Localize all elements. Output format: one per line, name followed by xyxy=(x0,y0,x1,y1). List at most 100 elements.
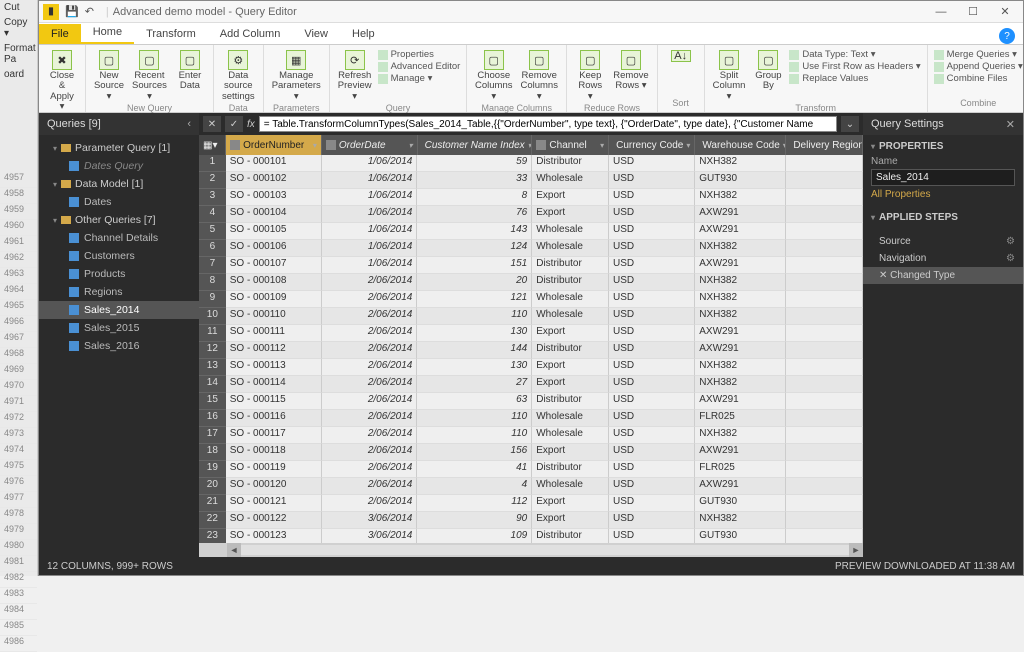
table-row[interactable]: 3SO - 0001031/06/20148ExportUSDNXH382 xyxy=(199,189,863,206)
column-header-warehouse-code[interactable]: Warehouse Code▾ xyxy=(695,135,786,155)
table-row[interactable]: 13SO - 0001132/06/2014130ExportUSDNXH382 xyxy=(199,359,863,376)
tab-file[interactable]: File xyxy=(39,24,81,44)
refresh-preview-button[interactable]: ⟳RefreshPreview ▾ xyxy=(336,49,374,103)
ribbon-advanced-editor[interactable]: Advanced Editor xyxy=(378,61,461,72)
queries-panel: Queries [9]‹ Parameter Query [1]Dates Qu… xyxy=(39,113,199,557)
app-logo-icon: ▮ xyxy=(43,4,59,20)
query-group[interactable]: Parameter Query [1] xyxy=(39,139,199,157)
tab-help[interactable]: Help xyxy=(340,24,387,44)
ribbon-keep[interactable]: ▢Keep Rows ▾ xyxy=(573,49,607,103)
ribbon-remove[interactable]: ▢Remove Columns ▾ xyxy=(518,49,560,103)
table-row[interactable]: 2SO - 0001021/06/201433WholesaleUSDGUT93… xyxy=(199,172,863,189)
table-row[interactable]: 20SO - 0001202/06/20144WholesaleUSDAXW29… xyxy=(199,478,863,495)
table-row[interactable]: 6SO - 0001061/06/2014124WholesaleUSDNXH3… xyxy=(199,240,863,257)
ribbon-group[interactable]: ▢Group By xyxy=(751,49,785,103)
data-source-settings-button[interactable]: ⚙Data sourcesettings xyxy=(220,49,257,103)
ribbon-use-first-row-as-headers-[interactable]: Use First Row as Headers ▾ xyxy=(789,61,920,72)
table-row[interactable]: 9SO - 0001092/06/2014121WholesaleUSDNXH3… xyxy=(199,291,863,308)
grid-body[interactable]: 1SO - 0001011/06/201459DistributorUSDNXH… xyxy=(199,155,863,543)
query-item-channel-details[interactable]: Channel Details xyxy=(39,229,199,247)
fx-icon: fx xyxy=(247,119,255,130)
expand-formula-button[interactable]: ⌄ xyxy=(841,116,859,132)
table-row[interactable]: 17SO - 0001172/06/2014110WholesaleUSDNXH… xyxy=(199,427,863,444)
tab-home[interactable]: Home xyxy=(81,22,134,44)
query-item-sales-2016[interactable]: Sales_2016 xyxy=(39,337,199,355)
undo-icon[interactable]: ↶ xyxy=(85,5,94,18)
table-row[interactable]: 8SO - 0001082/06/201420DistributorUSDNXH… xyxy=(199,274,863,291)
table-row[interactable]: 5SO - 0001051/06/2014143WholesaleUSDAXW2… xyxy=(199,223,863,240)
ribbon-recent[interactable]: ▢Recent Sources ▾ xyxy=(130,49,169,103)
column-header-ordernumber[interactable]: OrderNumber▾ xyxy=(226,135,322,155)
save-icon[interactable]: 💾 xyxy=(65,5,79,18)
cancel-formula-button[interactable]: ✕ xyxy=(203,116,221,132)
status-right: PREVIEW DOWNLOADED AT 11:38 AM xyxy=(835,561,1015,572)
row-header-corner[interactable]: ▦▾ xyxy=(199,135,226,155)
column-header-orderdate[interactable]: OrderDate▾ xyxy=(322,135,418,155)
applied-steps-title[interactable]: APPLIED STEPS xyxy=(871,212,1015,223)
sort-asc-button[interactable]: A↓ xyxy=(664,49,698,63)
table-row[interactable]: 15SO - 0001152/06/201463DistributorUSDAX… xyxy=(199,393,863,410)
accept-formula-button[interactable]: ✓ xyxy=(225,116,243,132)
table-row[interactable]: 7SO - 0001071/06/2014151DistributorUSDAX… xyxy=(199,257,863,274)
table-row[interactable]: 16SO - 0001162/06/2014110WholesaleUSDFLR… xyxy=(199,410,863,427)
maximize-button[interactable]: ☐ xyxy=(959,3,987,21)
column-header-currency-code[interactable]: Currency Code▾ xyxy=(609,135,695,155)
query-editor-window: ▮ 💾 ↶ | Advanced demo model - Query Edit… xyxy=(38,0,1024,576)
table-row[interactable]: 12SO - 0001122/06/2014144DistributorUSDA… xyxy=(199,342,863,359)
close-window-button[interactable]: ✕ xyxy=(991,3,1019,21)
query-item-dates-query[interactable]: Dates Query xyxy=(39,157,199,175)
table-row[interactable]: 11SO - 0001112/06/2014130ExportUSDAXW291 xyxy=(199,325,863,342)
close-settings-button[interactable]: ✕ xyxy=(1006,118,1015,131)
query-item-sales-2015[interactable]: Sales_2015 xyxy=(39,319,199,337)
help-icon[interactable]: ? xyxy=(999,28,1015,44)
ribbon-choose[interactable]: ▢Choose Columns ▾ xyxy=(473,49,514,103)
table-row[interactable]: 4SO - 0001041/06/201476ExportUSDAXW291 xyxy=(199,206,863,223)
table-row[interactable]: 19SO - 0001192/06/201441DistributorUSDFL… xyxy=(199,461,863,478)
query-item-products[interactable]: Products xyxy=(39,265,199,283)
query-item-customers[interactable]: Customers xyxy=(39,247,199,265)
tab-view[interactable]: View xyxy=(292,24,340,44)
query-name-input[interactable] xyxy=(871,169,1015,186)
data-grid: ✕ ✓ fx ⌄ ▦▾OrderNumber▾OrderDate▾Custome… xyxy=(199,113,863,557)
query-group[interactable]: Other Queries [7] xyxy=(39,211,199,229)
applied-step-source[interactable]: Source⚙ xyxy=(863,233,1023,250)
column-header-customer-name-index[interactable]: Customer Name Index▾ xyxy=(418,135,533,155)
applied-step-changed-type[interactable]: ✕ Changed Type xyxy=(863,267,1023,284)
table-row[interactable]: 14SO - 0001142/06/201427ExportUSDNXH382 xyxy=(199,376,863,393)
minimize-button[interactable]: — xyxy=(927,3,955,21)
table-row[interactable]: 22SO - 0001223/06/201490ExportUSDNXH382 xyxy=(199,512,863,529)
close-apply-button[interactable]: ✖Close &Apply ▾ xyxy=(45,49,79,114)
ribbon-remove[interactable]: ▢Remove Rows ▾ xyxy=(611,49,650,103)
applied-step-navigation[interactable]: Navigation⚙ xyxy=(863,250,1023,267)
ribbon-split[interactable]: ▢Split Column ▾ xyxy=(711,49,748,103)
ribbon-properties[interactable]: Properties xyxy=(378,49,461,60)
table-row[interactable]: 18SO - 0001182/06/2014156ExportUSDAXW291 xyxy=(199,444,863,461)
column-header-delivery-region[interactable]: Delivery Region▾ xyxy=(786,135,863,155)
horizontal-scrollbar[interactable]: ◄► xyxy=(199,543,863,557)
table-row[interactable]: 21SO - 0001212/06/2014112ExportUSDGUT930 xyxy=(199,495,863,512)
ribbon-replace-values[interactable]: Replace Values xyxy=(789,73,920,84)
query-group[interactable]: Data Model [1] xyxy=(39,175,199,193)
ribbon-enter[interactable]: ▢Enter Data xyxy=(173,49,207,103)
ribbon-new[interactable]: ▢New Source ▾ xyxy=(92,49,126,103)
ribbon-manage-[interactable]: Manage ▾ xyxy=(378,73,461,84)
column-header-channel[interactable]: Channel▾ xyxy=(532,135,609,155)
all-properties-link[interactable]: All Properties xyxy=(871,189,1015,200)
ribbon-merge-queries-[interactable]: Merge Queries ▾ xyxy=(934,49,1023,60)
ribbon-combine-files[interactable]: Combine Files xyxy=(934,73,1023,84)
formula-bar: ✕ ✓ fx ⌄ xyxy=(199,113,863,135)
formula-input[interactable] xyxy=(259,116,837,132)
table-row[interactable]: 10SO - 0001102/06/2014110WholesaleUSDNXH… xyxy=(199,308,863,325)
query-item-regions[interactable]: Regions xyxy=(39,283,199,301)
ribbon-append-queries-[interactable]: Append Queries ▾ xyxy=(934,61,1023,72)
ribbon-data-type-text-[interactable]: Data Type: Text ▾ xyxy=(789,49,920,60)
query-item-sales-2014[interactable]: Sales_2014 xyxy=(39,301,199,319)
manage-parameters-button[interactable]: ▦ManageParameters ▾ xyxy=(270,49,323,103)
properties-section-title[interactable]: PROPERTIES xyxy=(871,141,1015,152)
table-row[interactable]: 23SO - 0001233/06/2014109DistributorUSDG… xyxy=(199,529,863,543)
query-item-dates[interactable]: Dates xyxy=(39,193,199,211)
tab-add-column[interactable]: Add Column xyxy=(208,24,293,44)
collapse-queries-icon[interactable]: ‹ xyxy=(187,118,191,130)
tab-transform[interactable]: Transform xyxy=(134,24,208,44)
table-row[interactable]: 1SO - 0001011/06/201459DistributorUSDNXH… xyxy=(199,155,863,172)
